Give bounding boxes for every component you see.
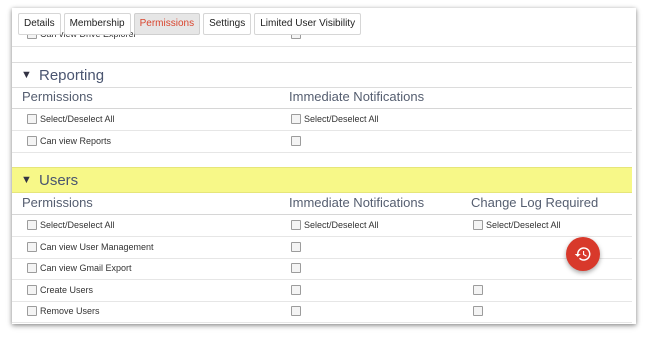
remove-users-label: Remove Users xyxy=(40,306,100,316)
users-select-all-notif-label: Select/Deselect All xyxy=(304,220,379,230)
create-users-checkbox[interactable] xyxy=(27,285,37,295)
users-select-all-checkbox[interactable] xyxy=(27,220,37,230)
view-gmail-export-notification[interactable] xyxy=(291,263,304,273)
users-select-all-label: Select/Deselect All xyxy=(40,220,115,230)
tab-details[interactable]: Details xyxy=(18,13,61,35)
remove-users-notification-checkbox[interactable] xyxy=(291,306,301,316)
users-select-all-row: Select/Deselect All Select/Deselect All … xyxy=(12,215,632,237)
create-users-notification[interactable] xyxy=(291,285,304,295)
view-gmail-export-checkbox[interactable] xyxy=(27,263,37,273)
reporting-select-all-notif-checkbox[interactable] xyxy=(291,114,301,124)
view-reports-notification-checkbox[interactable] xyxy=(291,136,301,146)
create-users-label: Create Users xyxy=(40,285,94,295)
view-reports-notification[interactable] xyxy=(291,136,304,146)
remove-users-checkbox[interactable] xyxy=(27,306,37,316)
remove-users-changelog-checkbox[interactable] xyxy=(473,306,483,316)
tab-bar: Details Membership Permissions Settings … xyxy=(18,13,362,35)
users-select-all-changelog[interactable]: Select/Deselect All xyxy=(473,220,561,230)
users-select-all-changelog-label: Select/Deselect All xyxy=(486,220,561,230)
triangle-down-icon[interactable]: ▼ xyxy=(21,69,35,81)
reporting-select-all-notif-label: Select/Deselect All xyxy=(304,114,379,124)
users-col-notifications: Immediate Notifications xyxy=(289,195,425,210)
reporting-row-view-reports: Can view Reports xyxy=(12,131,632,153)
view-user-management-notification[interactable] xyxy=(291,242,304,252)
users-select-all-notif-checkbox[interactable] xyxy=(291,220,301,230)
users-select-all-permissions[interactable]: Select/Deselect All xyxy=(27,220,115,230)
users-row-create-users: Create Users xyxy=(12,280,632,302)
tab-limited-user-visibility[interactable]: Limited User Visibility xyxy=(254,13,362,35)
view-user-management-label: Can view User Management xyxy=(40,242,154,252)
view-gmail-export-label: Can view Gmail Export xyxy=(40,263,132,273)
history-icon xyxy=(574,245,592,263)
create-users-permission[interactable]: Create Users xyxy=(27,285,93,295)
users-section-header[interactable]: ▼ Users xyxy=(12,167,632,193)
view-user-management-notification-checkbox[interactable] xyxy=(291,242,301,252)
reporting-select-all-permissions[interactable]: Select/Deselect All xyxy=(27,114,115,124)
users-row-view-user-management: Can view User Management xyxy=(12,237,632,259)
tab-permissions[interactable]: Permissions xyxy=(133,13,201,35)
view-reports-label: Can view Reports xyxy=(40,136,112,146)
create-users-changelog-checkbox[interactable] xyxy=(473,285,483,295)
tab-settings[interactable]: Settings xyxy=(203,13,252,35)
users-col-permissions: Permissions xyxy=(22,195,93,210)
tab-membership[interactable]: Membership xyxy=(63,13,131,35)
view-reports-checkbox[interactable] xyxy=(27,136,37,146)
reporting-column-headers: Permissions Immediate Notifications xyxy=(12,86,632,109)
reporting-select-all-row: Select/Deselect All Select/Deselect All xyxy=(12,109,632,131)
users-column-headers: Permissions Immediate Notifications Chan… xyxy=(12,192,632,215)
reporting-col-permissions: Permissions xyxy=(22,89,93,104)
users-select-all-changelog-checkbox[interactable] xyxy=(473,220,483,230)
reporting-section-title: Reporting xyxy=(39,66,105,84)
reporting-select-all-checkbox[interactable] xyxy=(27,114,37,124)
history-button[interactable] xyxy=(566,237,600,271)
create-users-notification-checkbox[interactable] xyxy=(291,285,301,295)
users-col-changelog: Change Log Required xyxy=(471,195,599,210)
remove-users-changelog[interactable] xyxy=(473,306,486,316)
users-select-all-notifications[interactable]: Select/Deselect All xyxy=(291,220,379,230)
view-user-management-permission[interactable]: Can view User Management xyxy=(27,242,154,252)
users-section-title: Users xyxy=(39,171,79,189)
view-gmail-export-permission[interactable]: Can view Gmail Export xyxy=(27,263,132,273)
view-user-management-checkbox[interactable] xyxy=(27,242,37,252)
users-row-view-gmail-export: Can view Gmail Export xyxy=(12,258,632,280)
permissions-panel: Can view Drive Explorer Details Membersh… xyxy=(12,8,636,324)
reporting-select-all-label: Select/Deselect All xyxy=(40,114,115,124)
view-reports-permission[interactable]: Can view Reports xyxy=(27,136,111,146)
reporting-section-header[interactable]: ▼ Reporting xyxy=(12,62,632,88)
reporting-col-notifications: Immediate Notifications xyxy=(289,89,425,104)
remove-users-permission[interactable]: Remove Users xyxy=(27,306,100,316)
create-users-changelog[interactable] xyxy=(473,285,486,295)
users-row-remove-users: Remove Users xyxy=(12,301,632,323)
reporting-select-all-notifications[interactable]: Select/Deselect All xyxy=(291,114,379,124)
view-gmail-export-notification-checkbox[interactable] xyxy=(291,263,301,273)
triangle-down-icon[interactable]: ▼ xyxy=(21,174,35,186)
remove-users-notification[interactable] xyxy=(291,306,304,316)
